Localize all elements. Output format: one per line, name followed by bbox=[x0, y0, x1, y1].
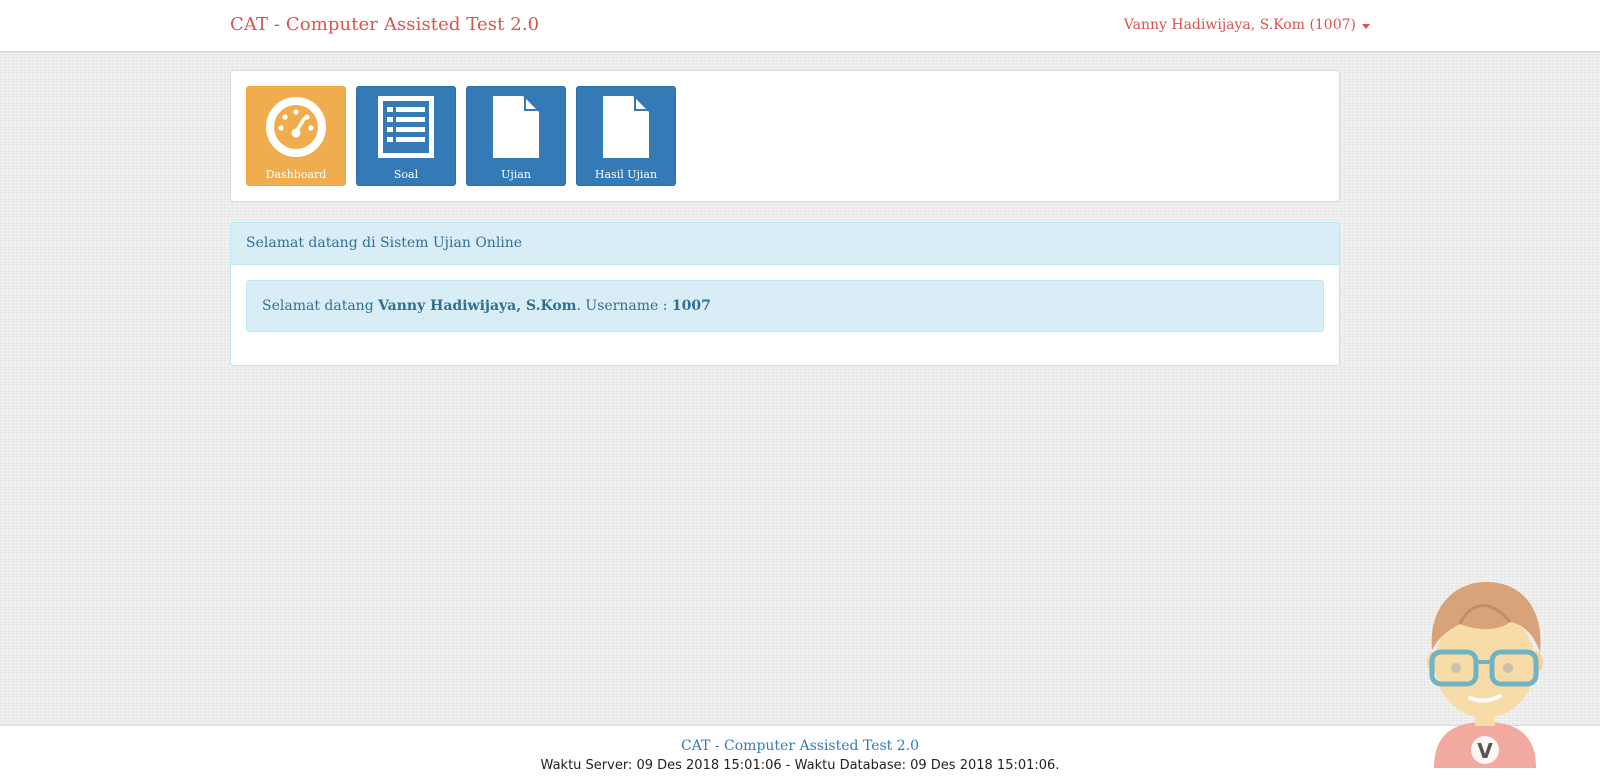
welcome-username-label: . Username : bbox=[576, 298, 672, 314]
tile-label: Dashboard bbox=[265, 168, 327, 181]
brand-link[interactable]: CAT - Computer Assisted Test 2.0 bbox=[230, 14, 539, 35]
tile-soal[interactable]: Soal bbox=[356, 86, 456, 186]
navbar: CAT - Computer Assisted Test 2.0 Vanny H… bbox=[0, 0, 1600, 52]
welcome-prefix: Selamat datang bbox=[262, 298, 379, 314]
mascot-badge-letter: V bbox=[1477, 739, 1493, 763]
menu-tiles-panel: Dashboard Soal Ujian Hasil Ujian bbox=[230, 70, 1340, 202]
footer-server-time: Waktu Server: 09 Des 2018 15:01:06 - Wak… bbox=[540, 758, 1060, 773]
footer-title: CAT - Computer Assisted Test 2.0 bbox=[681, 738, 919, 754]
tile-label: Ujian bbox=[501, 168, 531, 181]
tile-hasil-ujian[interactable]: Hasil Ujian bbox=[576, 86, 676, 186]
welcome-user-name: Vanny Hadiwijaya, S.Kom bbox=[378, 298, 577, 314]
caret-down-icon bbox=[1362, 23, 1370, 29]
tile-dashboard[interactable]: Dashboard bbox=[246, 86, 346, 186]
tile-label: Hasil Ujian bbox=[594, 168, 658, 181]
footer: CAT - Computer Assisted Test 2.0 Waktu S… bbox=[0, 725, 1600, 783]
user-menu-label: Vanny Hadiwijaya, S.Kom (1007) bbox=[1123, 17, 1356, 33]
user-menu-dropdown[interactable]: Vanny Hadiwijaya, S.Kom (1007) bbox=[1124, 17, 1370, 33]
welcome-alert: Selamat datang Vanny Hadiwijaya, S.Kom. … bbox=[246, 280, 1324, 332]
welcome-panel-heading: Selamat datang di Sistem Ujian Online bbox=[231, 223, 1339, 265]
list-icon bbox=[357, 87, 455, 167]
tile-label: Soal bbox=[393, 168, 419, 181]
file-icon bbox=[577, 87, 675, 167]
welcome-username: 1007 bbox=[671, 298, 711, 314]
tile-ujian[interactable]: Ujian bbox=[466, 86, 566, 186]
file-icon bbox=[467, 87, 565, 167]
mascot-image: V bbox=[1420, 572, 1550, 768]
welcome-panel: Selamat datang di Sistem Ujian Online Se… bbox=[230, 222, 1340, 366]
dashboard-icon bbox=[247, 87, 345, 167]
